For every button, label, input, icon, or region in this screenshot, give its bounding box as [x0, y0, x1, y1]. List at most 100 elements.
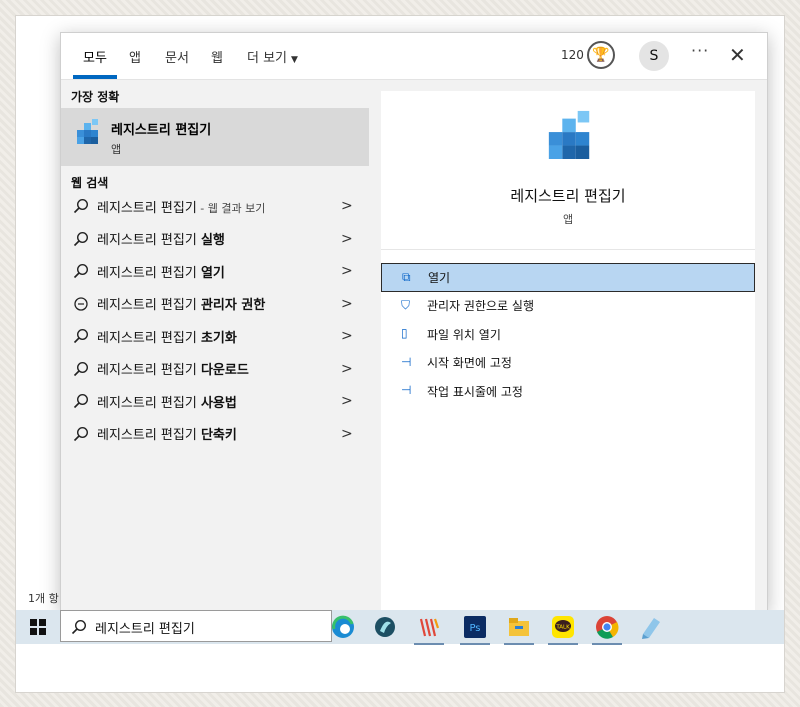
- taskbar: Ps TALK: [16, 610, 784, 645]
- search-icon: [73, 198, 89, 214]
- web-search-item[interactable]: 레지스트리 편집기 - 웹 결과 보기 >: [61, 190, 369, 223]
- tab-all[interactable]: 모두: [83, 47, 107, 66]
- photoshop-icon[interactable]: Ps: [460, 614, 490, 645]
- query-suffix: 단축키: [200, 428, 237, 444]
- detail-title: 레지스트리 편집기: [510, 187, 626, 205]
- kakaotalk-label: TALK: [555, 625, 570, 631]
- web-search-item-label: 레지스트리 편집기 초기화: [97, 327, 237, 346]
- detail-action-label: 열기: [428, 270, 451, 285]
- tab-more-label: 더 보기: [247, 51, 288, 66]
- chevron-right-icon: >: [341, 198, 353, 215]
- rewards-points: 120: [561, 48, 584, 62]
- detail-actions: ⧉ 열기 ⛉ 관리자 권한으로 실행 ▯ 파일 위치 열기 ⊣ 시작 화면에 고정 ⊣ 작업 표시…: [381, 263, 755, 406]
- chevron-right-icon: >: [341, 360, 353, 377]
- tab-web[interactable]: 웹: [211, 47, 223, 66]
- query-base: 레지스트리 편집기: [97, 265, 201, 281]
- query-suffix: 열기: [200, 265, 225, 281]
- avatar[interactable]: S: [639, 41, 669, 71]
- taskbar-search-box[interactable]: [60, 610, 332, 642]
- query-base: 레지스트리 편집기: [97, 428, 201, 444]
- open-icon: ⧉: [402, 270, 411, 284]
- detail-action[interactable]: ⊣ 작업 표시줄에 고정: [381, 377, 755, 406]
- edge-icon[interactable]: [330, 614, 356, 640]
- tab-more[interactable]: 더 보기 ▼: [247, 47, 298, 66]
- detail-action-label: 작업 표시줄에 고정: [427, 384, 523, 399]
- query-base: 레지스트리 편집기: [97, 298, 201, 314]
- chevron-right-icon: >: [341, 263, 353, 280]
- chevron-right-icon: >: [341, 425, 353, 442]
- search-icon: [73, 393, 89, 409]
- best-match-heading: 가장 정확: [71, 90, 120, 104]
- search-icon: [73, 328, 89, 344]
- detail-action-label: 시작 화면에 고정: [427, 356, 512, 371]
- search-icon: [73, 361, 89, 376]
- detail-header: 레지스트리 편집기 앱: [381, 91, 755, 250]
- more-options-icon[interactable]: ···: [691, 41, 709, 60]
- web-search-item[interactable]: 레지스트리 편집기 관리자 권한 >: [61, 288, 369, 321]
- web-search-item[interactable]: 레지스트리 편집기 실행 >: [61, 223, 369, 256]
- query-suffix: 다운로드: [200, 363, 249, 379]
- file-explorer-icon[interactable]: [504, 614, 534, 645]
- chat-bubble-icon: [74, 296, 88, 311]
- best-match-subtitle: 앱: [111, 143, 122, 156]
- web-search-heading: 웹 검색: [71, 176, 109, 190]
- notepad-icon[interactable]: [638, 614, 664, 640]
- detail-action[interactable]: ▯ 파일 위치 열기: [381, 320, 755, 349]
- detail-action[interactable]: ⛉ 관리자 권한으로 실행: [381, 292, 755, 321]
- query-base: 레지스트리 편집기: [97, 330, 201, 346]
- query-suffix: 관리자 권한: [200, 298, 266, 314]
- background-status-text: 1개 항: [28, 592, 59, 605]
- chevron-right-icon: >: [341, 230, 353, 247]
- web-search-item[interactable]: 레지스트리 편집기 다운로드 >: [61, 353, 369, 386]
- close-icon[interactable]: ✕: [729, 43, 746, 67]
- tab-apps[interactable]: 앱: [129, 47, 141, 66]
- web-search-item[interactable]: 레지스트리 편집기 열기 >: [61, 255, 369, 288]
- search-topbar: 모두 앱 문서 웹 더 보기 ▼ 120 🏆 S ··· ✕: [61, 33, 767, 80]
- windows-start-icon[interactable]: [30, 619, 46, 635]
- detail-action[interactable]: ⧉ 열기: [381, 263, 755, 292]
- app-icon[interactable]: [372, 614, 398, 640]
- tab-documents[interactable]: 문서: [165, 47, 189, 66]
- chevron-right-icon: >: [341, 393, 353, 410]
- web-search-item-label: 레지스트리 편집기 열기: [97, 262, 225, 281]
- pin-icon: ⊣: [401, 354, 412, 369]
- results-column: 가장 정확 레지스트리 편집기 앱 웹 검색 레지스트리 편집기 - 웹 결과 …: [61, 80, 371, 610]
- web-search-item[interactable]: 레지스트리 편집기 사용법 >: [61, 385, 369, 418]
- web-search-item-label: 레지스트리 편집기 실행: [97, 229, 225, 248]
- query-suffix: 실행: [200, 233, 225, 249]
- detail-action[interactable]: ⊣ 시작 화면에 고정: [381, 349, 755, 378]
- web-search-list: 레지스트리 편집기 - 웹 결과 보기 > 레지스트리 편집기 실행 > 레지스트리 편…: [61, 190, 369, 450]
- app-icon[interactable]: [414, 614, 444, 645]
- detail-subtitle: 앱: [562, 213, 574, 226]
- pin-icon: ⊣: [401, 383, 412, 397]
- web-search-item-label: 레지스트리 편집기 다운로드: [97, 359, 249, 378]
- detail-action-label: 관리자 권한으로 실행: [427, 299, 534, 314]
- chrome-icon[interactable]: [592, 614, 622, 645]
- caret-down-icon: ▼: [291, 55, 298, 65]
- query-suffix: 사용법: [200, 395, 237, 411]
- query-base: 레지스트리 편집기: [97, 363, 201, 379]
- query-suffix: 초기화: [200, 330, 237, 346]
- web-search-item-label: 레지스트리 편집기 사용법: [97, 392, 237, 411]
- query-base: 레지스트리 편집기: [97, 395, 201, 411]
- web-search-item[interactable]: 레지스트리 편집기 초기화 >: [61, 320, 369, 353]
- search-flyout: 모두 앱 문서 웹 더 보기 ▼ 120 🏆 S ··· ✕ 가장 정확 레지스…: [60, 32, 768, 612]
- shield-icon: ⛉: [401, 297, 411, 312]
- query-hint: - 웹 결과 보기: [196, 201, 266, 215]
- search-icon: [73, 426, 89, 441]
- best-match-result[interactable]: 레지스트리 편집기 앱: [61, 108, 369, 166]
- detail-action-label: 파일 위치 열기: [427, 327, 501, 342]
- best-match-title: 레지스트리 편집기: [111, 123, 212, 138]
- kakaotalk-icon[interactable]: TALK: [548, 614, 578, 645]
- rewards-trophy-icon[interactable]: 🏆: [587, 41, 615, 69]
- file-icon: ▯: [401, 326, 408, 340]
- chevron-right-icon: >: [341, 295, 353, 312]
- web-search-item[interactable]: 레지스트리 편집기 단축키 >: [61, 418, 369, 451]
- registry-editor-icon: [77, 119, 98, 144]
- taskbar-search-input[interactable]: [93, 616, 327, 638]
- web-search-item-label: 레지스트리 편집기 단축키: [97, 424, 237, 443]
- web-search-item-label: 레지스트리 편집기 - 웹 결과 보기: [97, 197, 265, 216]
- photoshop-label: Ps: [469, 623, 480, 634]
- search-icon: [73, 263, 89, 279]
- query-base: 레지스트리 편집기: [97, 233, 201, 249]
